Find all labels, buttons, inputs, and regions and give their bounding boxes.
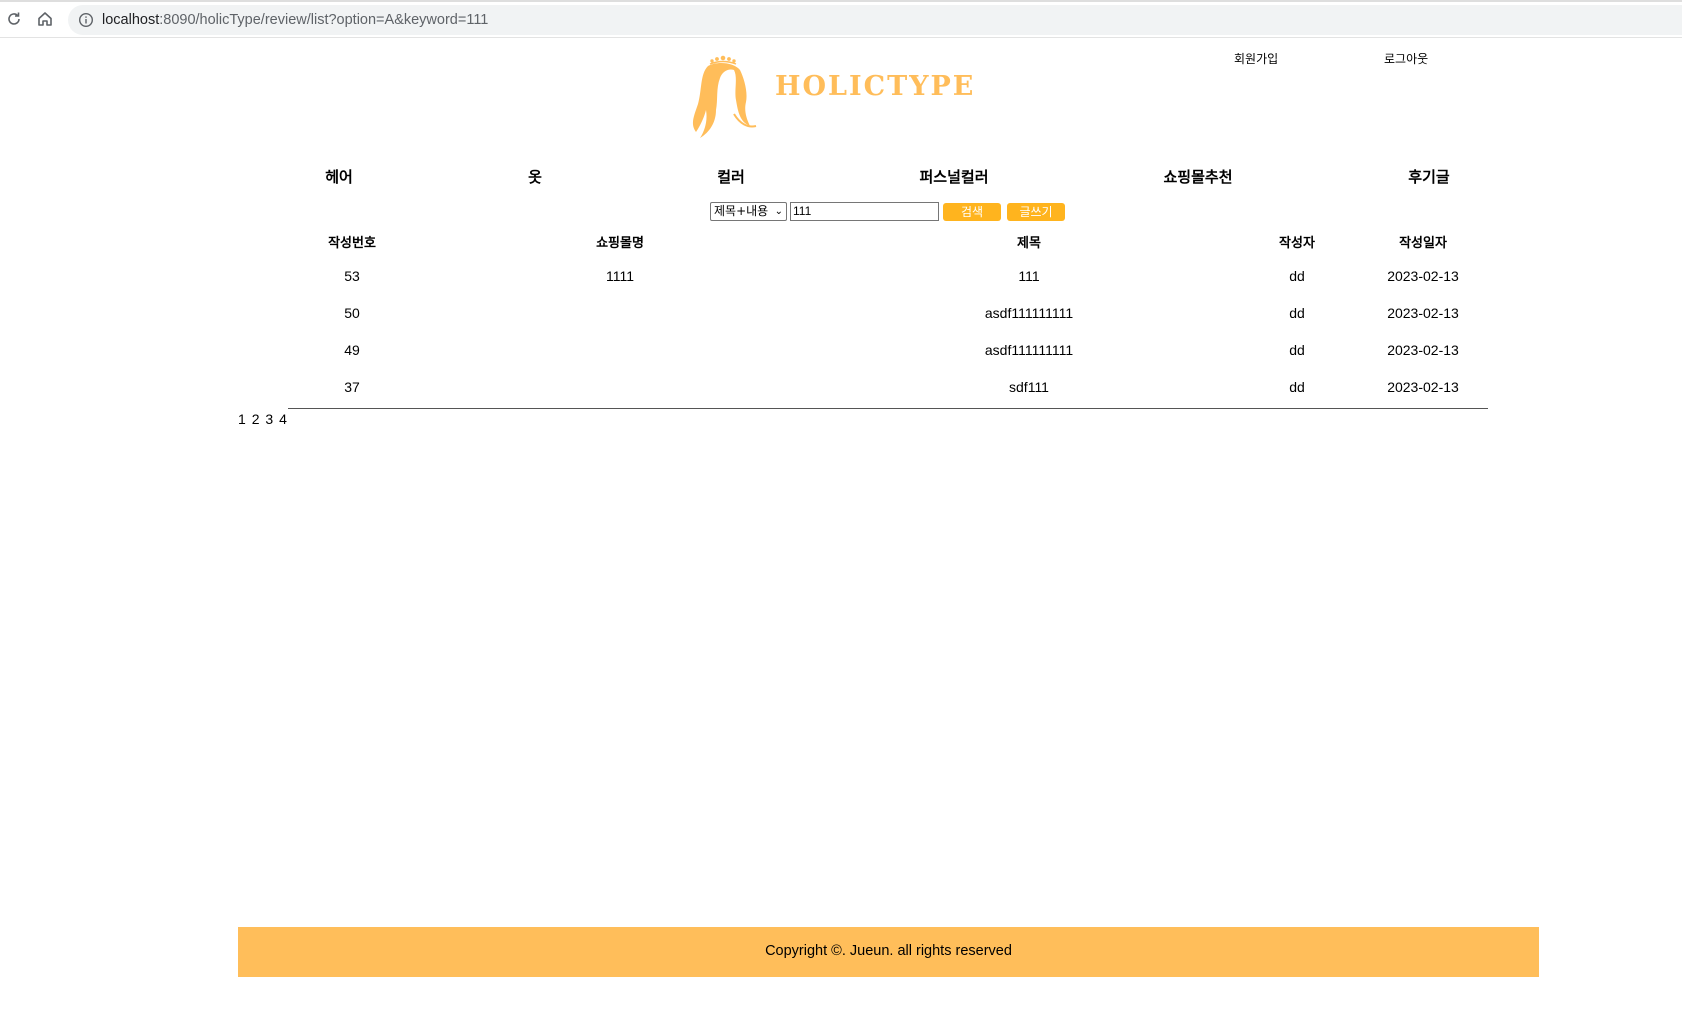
write-button[interactable]: 글쓰기	[1007, 203, 1065, 221]
browser-toolbar: localhost:8090/holicType/review/list?opt…	[0, 0, 1682, 38]
column-header-shop: 쇼핑몰명	[596, 236, 644, 251]
cell-title-link[interactable]: 111	[1018, 268, 1039, 284]
cell-author: dd	[1289, 305, 1305, 321]
cell-author: dd	[1289, 342, 1305, 358]
column-header-author: 작성자	[1279, 236, 1315, 251]
cell-title-link[interactable]: sdf111	[1009, 379, 1049, 395]
copyright-text: Copyright ©. Jueun. all rights reserved	[765, 943, 1012, 959]
chevron-down-icon: ⌄	[774, 206, 783, 217]
table-bottom-divider	[288, 408, 1488, 409]
column-header-title: 제목	[1017, 236, 1041, 251]
footer: Copyright ©. Jueun. all rights reserved	[238, 927, 1539, 977]
menu-item-shop-recommend[interactable]: 쇼핑몰추천	[1163, 166, 1232, 187]
page-link-4[interactable]: 4	[279, 411, 287, 427]
logout-link[interactable]: 로그아웃	[1384, 50, 1428, 67]
column-header-number: 작성번호	[328, 236, 376, 251]
cell-shop: 1111	[605, 268, 635, 284]
signup-link[interactable]: 회원가입	[1234, 50, 1278, 67]
menu-item-color[interactable]: 컬러	[717, 166, 745, 187]
logo-hair-icon	[692, 55, 757, 138]
address-bar[interactable]: localhost:8090/holicType/review/list?opt…	[68, 5, 1682, 35]
url-path: :8090/holicType/review/list?option=A&key…	[159, 12, 489, 28]
cell-number: 49	[344, 342, 360, 358]
url-host: localhost	[102, 12, 160, 28]
page-link-1[interactable]: 1	[238, 411, 246, 427]
search-input[interactable]: 111	[790, 202, 939, 221]
cell-number: 53	[344, 268, 360, 284]
tab-strip-edge	[0, 0, 1682, 2]
column-header-date: 작성일자	[1399, 236, 1447, 251]
menu-item-personal-color[interactable]: 퍼스널컬러	[919, 166, 988, 187]
cell-date: 2023-02-13	[1387, 342, 1459, 358]
home-icon[interactable]	[36, 10, 54, 28]
logo-wordmark[interactable]: HOLICTYPE	[775, 71, 975, 102]
cell-author: dd	[1289, 268, 1305, 284]
cell-title-link[interactable]: asdf111111111	[985, 342, 1073, 358]
menu-item-clothes[interactable]: 옷	[528, 166, 542, 187]
cell-date: 2023-02-13	[1387, 268, 1459, 284]
page: 회원가입 로그아웃 HOLICTYPE 헤어 옷 컬러 퍼스널컬러 쇼핑몰추천 …	[0, 38, 1682, 1015]
cell-number: 50	[344, 305, 360, 321]
menu-item-reviews[interactable]: 후기글	[1408, 166, 1449, 187]
cell-title-link[interactable]: asdf111111111	[985, 305, 1073, 321]
page-link-3[interactable]: 3	[265, 411, 273, 427]
menu-item-hair[interactable]: 헤어	[325, 166, 353, 187]
cell-date: 2023-02-13	[1387, 305, 1459, 321]
search-bar: 제목+내용 ⌄ 111 검색 글쓰기	[0, 202, 1682, 224]
search-button[interactable]: 검색	[943, 203, 1001, 221]
cell-number: 37	[344, 379, 360, 395]
page-link-2[interactable]: 2	[252, 411, 260, 427]
cell-author: dd	[1289, 379, 1305, 395]
reload-icon[interactable]	[5, 10, 23, 28]
main-menu: 헤어 옷 컬러 퍼스널컬러 쇼핑몰추천 후기글	[0, 166, 1682, 190]
url-text[interactable]: localhost:8090/holicType/review/list?opt…	[102, 12, 488, 28]
search-option-select[interactable]: 제목+내용 ⌄	[710, 202, 787, 221]
pagination: 1 2 3 4	[238, 411, 289, 427]
site-info-icon[interactable]	[78, 12, 94, 28]
cell-date: 2023-02-13	[1387, 379, 1459, 395]
search-option-value: 제목+내용	[714, 204, 769, 218]
